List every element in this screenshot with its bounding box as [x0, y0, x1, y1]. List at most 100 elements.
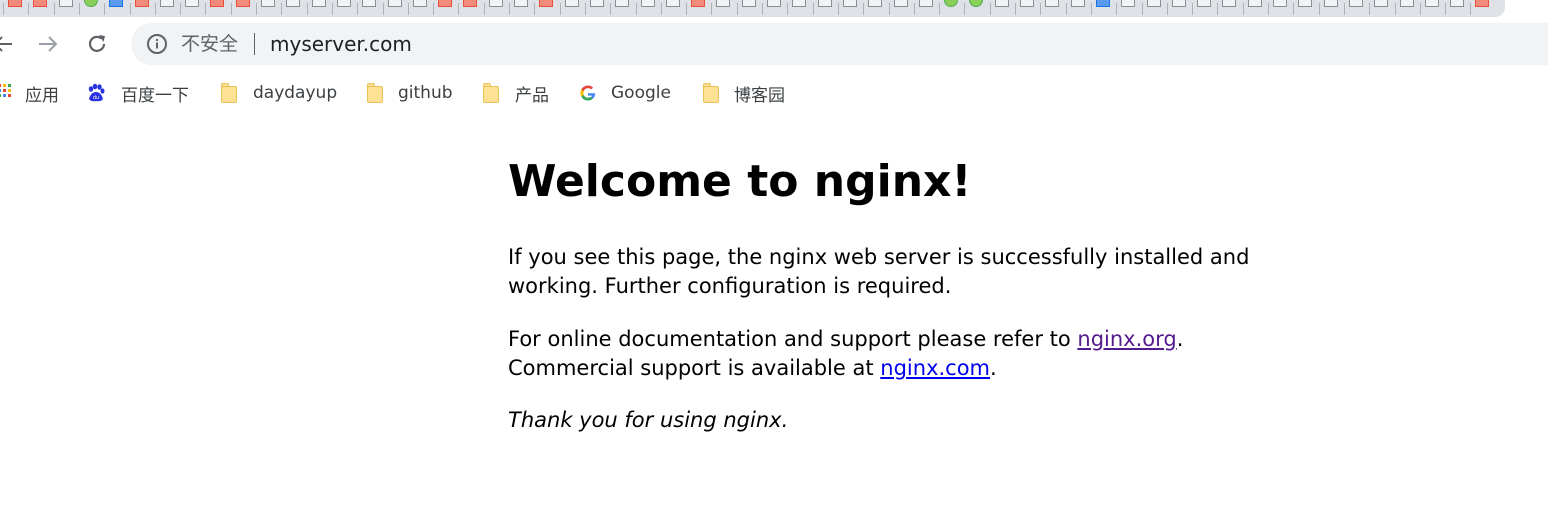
url-text[interactable]: myserver.com — [270, 31, 412, 57]
nginx-org-link[interactable]: nginx.org — [1077, 327, 1176, 351]
tab-favicon-icon[interactable] — [438, 0, 453, 7]
tab-favicon-icon[interactable] — [412, 0, 427, 7]
tab-separator — [559, 3, 561, 15]
info-icon[interactable] — [146, 33, 168, 55]
tab-favicon-icon[interactable] — [1399, 0, 1414, 7]
bookmark-google[interactable]: Google — [578, 79, 671, 107]
tab-favicon-icon[interactable] — [893, 0, 908, 7]
tab-favicon-icon[interactable] — [994, 0, 1009, 7]
apps-grid-icon — [0, 83, 20, 103]
tab-separator — [104, 3, 106, 15]
tab-separator — [205, 3, 207, 15]
tab-separator — [736, 3, 738, 15]
tab-favicon-icon[interactable] — [210, 0, 225, 7]
tab-separator — [433, 3, 435, 15]
tab-favicon-icon[interactable] — [1070, 0, 1085, 7]
tab-favicon-icon[interactable] — [159, 0, 174, 7]
tab-separator — [1192, 3, 1194, 15]
install-message: If you see this page, the nginx web serv… — [508, 245, 1250, 298]
tab-favicon-icon[interactable] — [1045, 0, 1060, 7]
tab-favicon-icon[interactable] — [792, 0, 807, 7]
tab-favicon-icon[interactable] — [1348, 0, 1363, 7]
tab-separator — [837, 3, 839, 15]
tab-favicon-icon[interactable] — [767, 0, 781, 7]
tab-favicon-icon[interactable] — [387, 0, 402, 7]
tab-separator — [256, 3, 257, 15]
bookmark-apps[interactable]: 应用 — [0, 79, 59, 107]
tab-favicon-icon[interactable] — [564, 0, 579, 7]
tab-favicon-icon[interactable] — [817, 0, 832, 7]
tab-favicon-icon[interactable] — [1222, 0, 1237, 7]
tab-favicon-icon[interactable] — [286, 0, 301, 7]
tab-separator — [1015, 3, 1016, 15]
tab-favicon-icon[interactable] — [1197, 0, 1212, 7]
tab-favicon-icon[interactable] — [1424, 0, 1439, 7]
tab-favicon-icon[interactable] — [336, 0, 351, 7]
tab-favicon-icon[interactable] — [1247, 0, 1262, 7]
tab-favicon-icon[interactable] — [716, 0, 731, 7]
tab-favicon-icon[interactable] — [1450, 0, 1465, 7]
tab-favicon-icon[interactable] — [615, 0, 630, 7]
tab-separator — [306, 3, 308, 15]
tab-separator — [230, 3, 232, 15]
back-button[interactable] — [0, 27, 20, 61]
tab-favicon-icon[interactable] — [918, 0, 933, 7]
tab-favicon-icon[interactable] — [539, 0, 554, 7]
tab-favicon-icon[interactable] — [109, 0, 124, 7]
bookmark-github[interactable]: github — [365, 79, 453, 107]
reload-button[interactable] — [80, 27, 114, 61]
tab-favicon-icon[interactable] — [1020, 0, 1034, 7]
tab-favicon-icon[interactable] — [58, 0, 73, 7]
tab-favicon-icon[interactable] — [1095, 0, 1110, 7]
bookmark-products[interactable]: 产品 — [481, 79, 549, 107]
tab-favicon-icon[interactable] — [1374, 0, 1389, 7]
tab-favicon-icon[interactable] — [488, 0, 503, 7]
forward-button[interactable] — [31, 27, 65, 61]
bookmark-label: 产品 — [515, 85, 549, 106]
tab-separator — [1090, 3, 1092, 15]
tab-favicon-icon[interactable] — [1121, 0, 1136, 7]
bookmark-baidu[interactable]: du 百度一下 — [86, 79, 189, 107]
bookmark-label: 百度一下 — [121, 85, 189, 106]
tab-favicon-icon[interactable] — [1171, 0, 1186, 7]
tab-favicon-icon[interactable] — [514, 0, 528, 7]
tab-favicon-icon[interactable] — [1475, 0, 1490, 7]
tab-separator — [660, 3, 662, 15]
tab-favicon-icon[interactable] — [311, 0, 326, 7]
tab-favicon-icon[interactable] — [665, 0, 680, 7]
tab-separator — [964, 3, 966, 15]
tab-separator — [635, 3, 637, 15]
svg-text:du: du — [93, 95, 99, 101]
bookmark-daydayup[interactable]: daydayup — [219, 79, 337, 107]
tab-favicon-icon[interactable] — [134, 0, 149, 7]
tab-separator — [686, 3, 688, 15]
tab-favicon-icon[interactable] — [1273, 0, 1287, 7]
bookmarks-bar: 应用 du 百度一下 daydayup github 产品 Google 博客园 — [0, 70, 1548, 116]
folder-icon — [481, 83, 501, 103]
tab-favicon-icon[interactable] — [1298, 0, 1313, 7]
tab-favicon-icon[interactable] — [691, 0, 706, 7]
tab-favicon-icon[interactable] — [1323, 0, 1338, 7]
tab-favicon-icon[interactable] — [640, 0, 655, 7]
bookmark-label: daydayup — [253, 83, 338, 103]
bookmark-cnblogs[interactable]: 博客园 — [701, 79, 785, 107]
tab-favicon-icon[interactable] — [589, 0, 604, 7]
nginx-com-link[interactable]: nginx.com — [880, 356, 990, 380]
tab-favicon-icon[interactable] — [362, 0, 377, 7]
tab-separator — [509, 3, 510, 15]
tab-favicon-icon[interactable] — [842, 0, 857, 7]
tab-separator — [1369, 3, 1371, 15]
tab-favicon-icon[interactable] — [1146, 0, 1161, 7]
tab-favicon-icon[interactable] — [868, 0, 883, 7]
folder-icon — [701, 83, 721, 103]
tab-favicon-icon[interactable] — [185, 0, 200, 7]
tab-separator — [762, 3, 763, 15]
not-secure-label[interactable]: 不安全 — [181, 31, 238, 57]
tab-favicon-icon[interactable] — [463, 0, 478, 7]
tab-favicon-icon[interactable] — [261, 0, 275, 7]
bookmark-label: Google — [611, 83, 671, 103]
tab-favicon-icon[interactable] — [33, 0, 48, 7]
tab-favicon-icon[interactable] — [8, 0, 22, 7]
tab-favicon-icon[interactable] — [741, 0, 756, 7]
tab-favicon-icon[interactable] — [235, 0, 250, 7]
